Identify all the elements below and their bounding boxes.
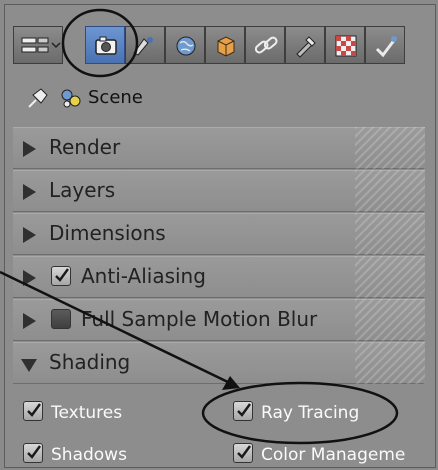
motion-blur-checkbox[interactable] bbox=[51, 309, 71, 329]
panel-title: Render bbox=[49, 135, 121, 159]
pin-icon[interactable] bbox=[23, 85, 53, 111]
ray-tracing-label: Ray Tracing bbox=[261, 403, 360, 423]
panel-shading[interactable]: Shading bbox=[13, 342, 425, 384]
panel-title: Full Sample Motion Blur bbox=[81, 307, 318, 331]
panel-dimensions[interactable]: Dimensions bbox=[13, 213, 425, 255]
tab-render[interactable] bbox=[85, 26, 125, 64]
properties-editor: Scene Render Layers Dimensions Anti-Alia… bbox=[4, 4, 436, 468]
tab-constraints[interactable] bbox=[245, 26, 285, 64]
expand-arrow-icon[interactable] bbox=[23, 313, 36, 329]
tab-world[interactable] bbox=[165, 26, 205, 64]
checkmark-icon bbox=[237, 445, 251, 459]
expand-arrow-icon[interactable] bbox=[23, 227, 36, 243]
properties-context-toolbar bbox=[13, 26, 425, 64]
tab-texture[interactable] bbox=[325, 26, 365, 64]
view-switcher-button[interactable] bbox=[13, 26, 63, 64]
color-management-checkbox[interactable] bbox=[233, 443, 253, 463]
color-management-label: Color Manageme bbox=[261, 445, 406, 465]
anti-aliasing-checkbox[interactable] bbox=[51, 266, 71, 286]
expand-arrow-icon[interactable] bbox=[23, 141, 36, 157]
checkmark-icon bbox=[27, 445, 41, 459]
ray-tracing-checkbox[interactable] bbox=[233, 401, 253, 421]
expand-arrow-icon[interactable] bbox=[23, 270, 36, 286]
scene-icon bbox=[61, 89, 81, 108]
textures-label: Textures bbox=[51, 403, 123, 423]
panel-title: Shading bbox=[49, 350, 131, 374]
physics-icon bbox=[375, 36, 397, 58]
tab-modifiers[interactable] bbox=[285, 26, 325, 64]
tab-object[interactable] bbox=[205, 26, 245, 64]
view-switcher-icon bbox=[21, 37, 61, 53]
render-layers-icon bbox=[133, 37, 153, 56]
checkmark-icon bbox=[55, 268, 69, 282]
collapse-arrow-icon[interactable] bbox=[21, 359, 37, 372]
shadows-label: Shadows bbox=[51, 445, 127, 465]
shadows-checkbox[interactable] bbox=[23, 443, 43, 463]
object-icon bbox=[217, 36, 235, 57]
tab-physics[interactable] bbox=[365, 26, 405, 64]
constraints-icon bbox=[254, 36, 278, 54]
panel-render[interactable]: Render bbox=[13, 127, 425, 169]
checkmark-icon bbox=[27, 403, 41, 417]
panel-title: Dimensions bbox=[49, 221, 166, 245]
modifiers-icon bbox=[296, 36, 316, 58]
world-icon bbox=[176, 36, 196, 56]
panel-full-sample-motion-blur[interactable]: Full Sample Motion Blur bbox=[13, 299, 425, 341]
panel-title: Layers bbox=[49, 178, 116, 202]
panel-layers[interactable]: Layers bbox=[13, 170, 425, 212]
panel-anti-aliasing[interactable]: Anti-Aliasing bbox=[13, 256, 425, 298]
textures-checkbox[interactable] bbox=[23, 401, 43, 421]
checkmark-icon bbox=[237, 403, 251, 417]
expand-arrow-icon[interactable] bbox=[23, 184, 36, 200]
texture-icon bbox=[335, 35, 357, 57]
camera-render-icon bbox=[95, 36, 117, 55]
context-path: Scene bbox=[23, 85, 323, 111]
panel-title: Anti-Aliasing bbox=[81, 264, 206, 288]
tab-render-layers[interactable] bbox=[125, 26, 165, 64]
scene-label: Scene bbox=[88, 87, 143, 108]
